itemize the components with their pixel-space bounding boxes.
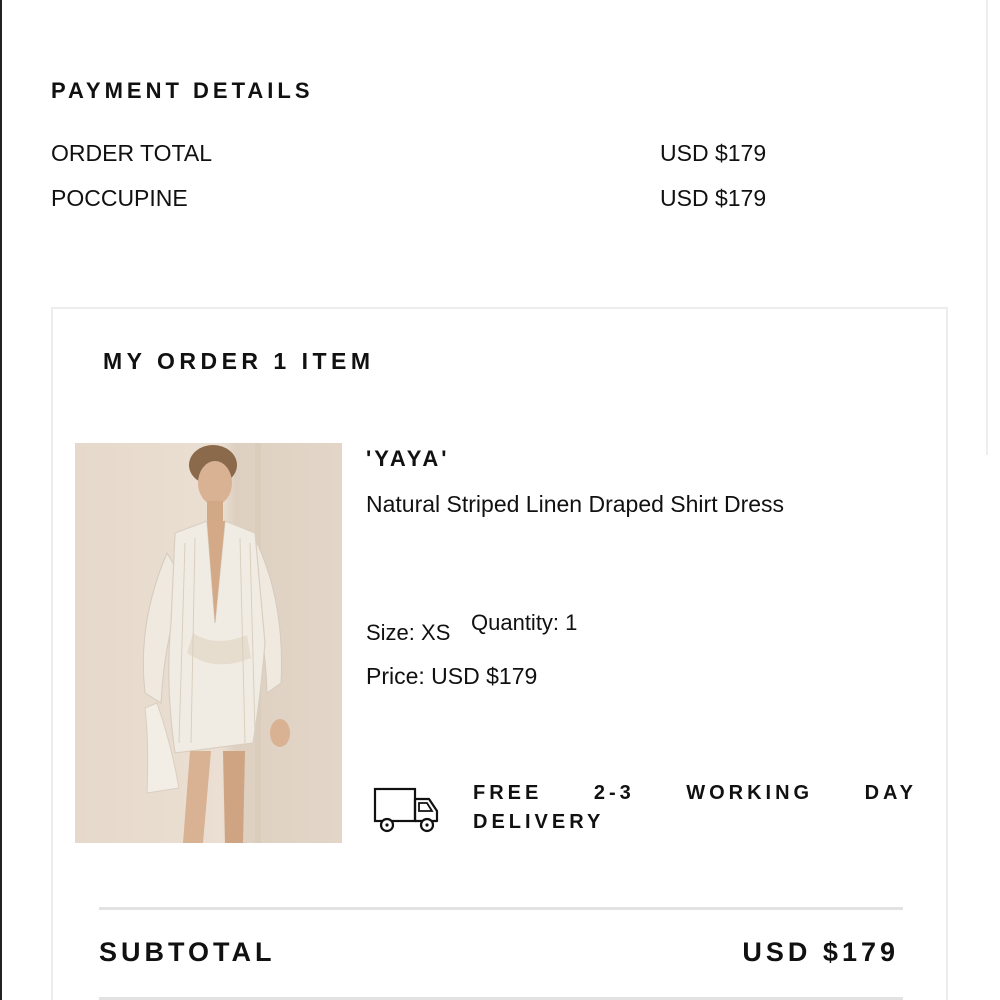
product-size: Size: XS	[366, 620, 451, 645]
product-brand[interactable]: 'YAYA'	[366, 445, 450, 473]
window-right-border	[986, 0, 988, 455]
window-left-border	[0, 0, 2, 1000]
delivery-info: FREE 2-3 WORKING DAY DELIVERY	[473, 779, 917, 837]
subtotal-label: SUBTOTAL	[99, 937, 276, 967]
payment-row-method: POCCUPINE USD $179	[51, 184, 781, 212]
payment-method-label: POCCUPINE	[51, 185, 188, 211]
payment-details-heading: PAYMENT DETAILS	[51, 78, 314, 103]
delivery-line-1: FREE 2-3 WORKING DAY	[473, 782, 917, 804]
delivery-line-2: DELIVERY	[473, 811, 605, 833]
product-name[interactable]: Natural Striped Linen Draped Shirt Dress	[366, 490, 784, 518]
subtotal-value: USD $179	[742, 937, 899, 967]
order-heading: MY ORDER 1 ITEM	[103, 348, 375, 374]
order-confirmation-page: PAYMENT DETAILS ORDER TOTAL USD $179 POC…	[0, 0, 1000, 1000]
order-total-value: USD $179	[660, 140, 767, 166]
payment-method-value: USD $179	[660, 185, 767, 211]
subtotal-top-divider	[99, 907, 903, 910]
product-quantity: Quantity: 1	[471, 610, 578, 635]
payment-row-order-total: ORDER TOTAL USD $179	[51, 139, 781, 167]
delivery-truck-icon	[373, 785, 441, 835]
product-price: Price: USD $179	[366, 663, 538, 689]
order-total-label: ORDER TOTAL	[51, 140, 213, 166]
product-photo-dress-icon	[142, 443, 290, 843]
order-summary-card: MY ORDER 1 ITEM 'YAYA' Natural Striped L…	[51, 307, 948, 1000]
product-image[interactable]	[75, 443, 342, 843]
